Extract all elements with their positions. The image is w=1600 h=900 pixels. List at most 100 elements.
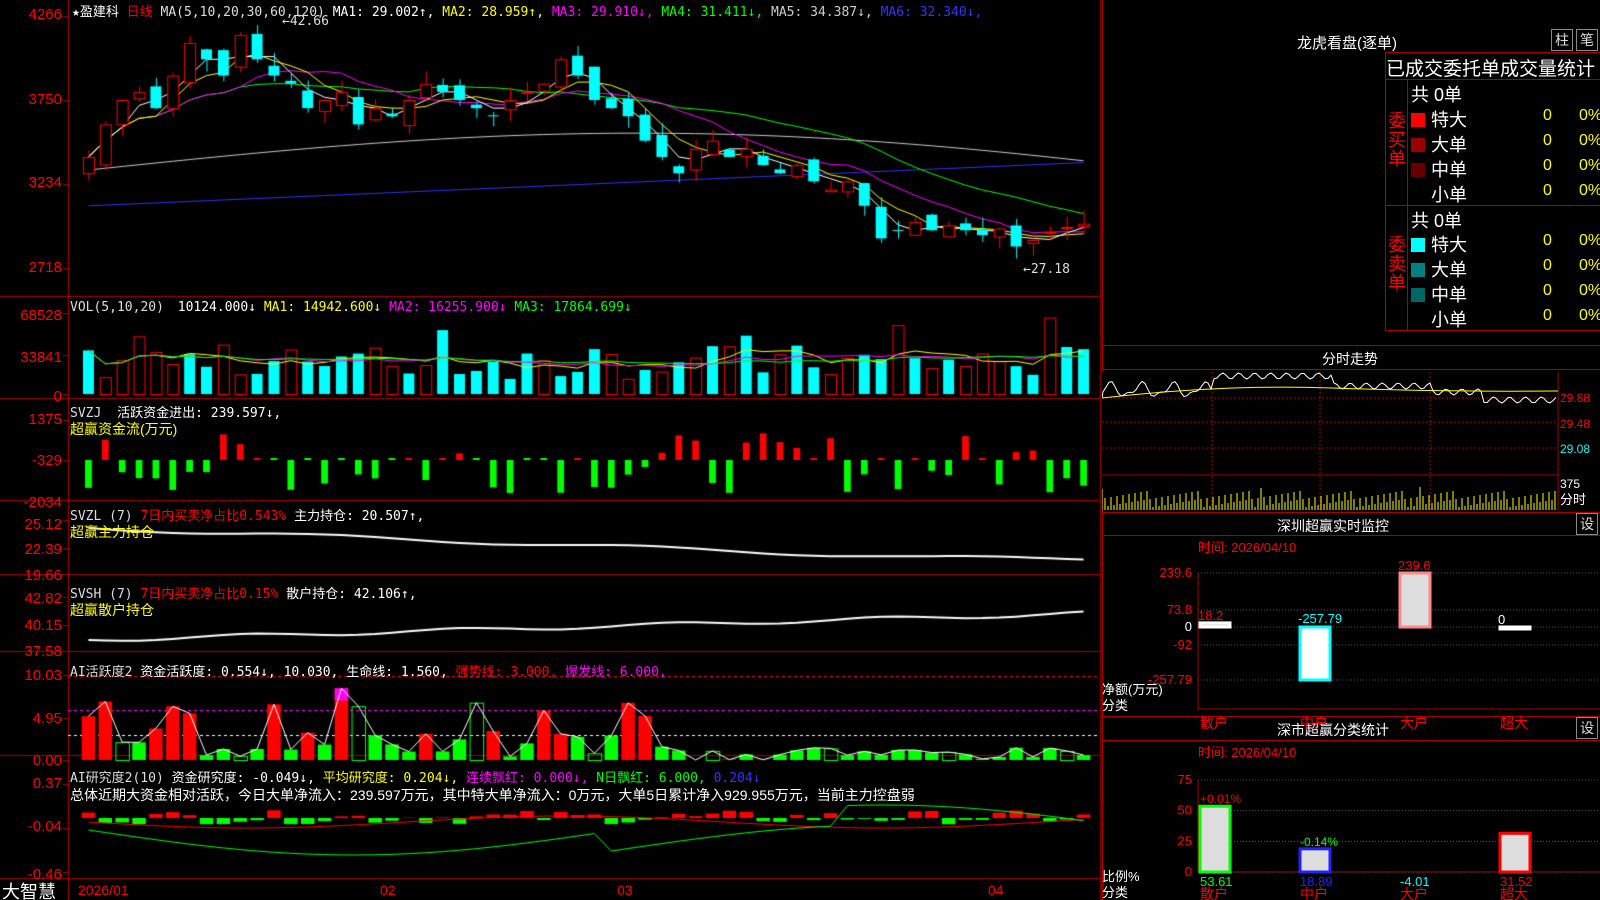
axis-tick-label: 42.82 — [24, 590, 62, 607]
color-swatch — [1411, 113, 1425, 127]
monitor-xlabel: 分类 — [1102, 698, 1128, 713]
monitor-axis-label: 73.8 — [1167, 602, 1192, 617]
svsh-sub: 超赢散户持仓 — [70, 602, 154, 618]
color-swatch — [1411, 313, 1425, 327]
svzl-desc1: 7日内买卖净占比0.543% — [140, 509, 287, 524]
class-ratio-bar — [1298, 847, 1332, 874]
order-row: 中单 — [1411, 156, 1467, 182]
ai2-d2: 平均研究度: 0.204↓, — [322, 771, 459, 786]
low-price-label: ←27.18 — [1023, 262, 1070, 277]
order-count: 0 — [1543, 132, 1552, 149]
ai2-d1: 资金研究度: -0.049↓, — [171, 771, 315, 786]
axis-tick-label: 68528 — [20, 307, 62, 324]
order-percent: 0% — [1579, 257, 1600, 274]
svzl-desc2: 主力持仓: 20.507↑, — [294, 509, 425, 524]
axis-tick-label: -0.04 — [27, 818, 62, 835]
monitor-axis-label: -92 — [1173, 637, 1192, 652]
intraday-axis-label: 分时 — [1560, 492, 1586, 507]
order-percent: 0% — [1579, 182, 1600, 199]
kline-chart-canvas[interactable] — [0, 0, 1102, 900]
color-swatch — [1411, 138, 1425, 152]
axis-tick-label: 25.12 — [24, 516, 62, 533]
order-size-label: 大单 — [1431, 260, 1467, 280]
axis-tick-label: 37.58 — [24, 643, 62, 660]
svzl-sub: 超赢主力持仓 — [70, 524, 154, 540]
monitor-axis-label: 0 — [1185, 619, 1192, 634]
monitor-category-label: 中户 — [1300, 715, 1328, 731]
order-size-label: 大单 — [1431, 135, 1467, 155]
ai1-d3: 生命线: 1.560, — [346, 665, 448, 680]
net-amount-value: 0 — [1498, 612, 1505, 627]
ai1-header: AI活跃度2 资金活跃度: 0.554↓, 10.030, 生命线: 1.560… — [70, 661, 667, 680]
ma-value-4: MA4: 31.411↓, — [653, 5, 764, 20]
order-count: 0 — [1543, 107, 1552, 124]
class-category-label: 大户 — [1400, 886, 1428, 900]
stock-name[interactable]: ★盈建科 — [72, 5, 119, 20]
axis-tick-label: 33841 — [20, 349, 62, 366]
ai1-d2: 10.030, — [283, 665, 339, 680]
axis-tick-label: 3234 — [28, 174, 62, 191]
order-size-label: 小单 — [1431, 185, 1467, 205]
axis-tick-label: 0 — [53, 388, 62, 405]
ma-value-1: MA1: 29.002↑, — [332, 5, 435, 20]
order-count: 0 — [1543, 257, 1552, 274]
period-label[interactable]: 日线 — [127, 5, 153, 20]
net-amount-bar — [1198, 621, 1232, 629]
order-percent: 0% — [1579, 307, 1600, 324]
axis-tick-label: 0.00 — [32, 752, 62, 769]
order-percent: 0% — [1579, 157, 1600, 174]
order-row: 中单 — [1411, 281, 1467, 307]
class-change-label: +0.01% — [1200, 792, 1241, 806]
vol-ma3: MA3: 17864.699↓ — [514, 300, 632, 315]
monitor-axis-label: 239.6 — [1159, 565, 1192, 580]
order-row: 特大 — [1411, 231, 1467, 257]
class-category-label: 中户 — [1300, 886, 1328, 900]
ai2-d3: 连续飘红: 0.000↓, — [466, 771, 589, 786]
class-xlabel: 分类 — [1102, 885, 1128, 900]
intraday-plot[interactable] — [1102, 372, 1558, 510]
color-swatch — [1411, 163, 1425, 177]
intraday-axis-label: 375 — [1560, 477, 1580, 491]
ai1-label: AI活跃度2 — [70, 665, 133, 680]
net-amount-value: 18.2 — [1198, 608, 1223, 623]
axis-tick-label: 40.15 — [24, 617, 62, 634]
net-amount-bar — [1398, 571, 1432, 629]
svsh-desc2: 散户持仓: 42.106↑, — [286, 587, 417, 602]
class-ratio-bar — [1198, 804, 1232, 874]
ma-value-6: MA6: 32.340↓, — [872, 5, 983, 20]
vol-ma1: MA1: 14942.600↓ — [263, 300, 382, 315]
ai1-d5: 爆发线: 6.000, — [565, 665, 667, 680]
main-chart-header: ★盈建科 日线 MA(5,10,20,30,60,120) MA1: 29.00… — [72, 1, 982, 20]
axis-tick-label: 4266 — [28, 6, 62, 23]
order-percent: 0% — [1579, 132, 1600, 149]
order-count: 0 — [1543, 282, 1552, 299]
order-size-label: 特大 — [1431, 110, 1467, 130]
ai2-summary: 总体近期大资金相对活跃，今日大单净流入：239.597万元，其中特大单净流入：0… — [70, 787, 915, 803]
class-axis-label: 50 — [1178, 803, 1192, 818]
high-price-label: ←42.66 — [282, 14, 329, 29]
class-axis-label: 25 — [1178, 833, 1192, 848]
ai1-d1: 资金活跃度: 0.554↓, — [140, 665, 276, 680]
axis-tick-label: 22.39 — [24, 541, 62, 558]
order-size-label: 小单 — [1431, 310, 1467, 330]
intraday-axis-label: 29.88 — [1560, 391, 1590, 405]
ai1-d4: 强势线: 3.000, — [455, 665, 558, 680]
axis-tick-label: 0.37 — [32, 775, 62, 792]
vol-value: 10124.000↓ — [177, 300, 257, 315]
order-row: 小单 — [1411, 306, 1467, 332]
class-axis-label: 0 — [1185, 864, 1192, 879]
date-label: 2026/01 — [78, 882, 129, 898]
order-percent: 0% — [1579, 282, 1600, 299]
order-row: 大单 — [1411, 256, 1467, 282]
class-ratio-bar — [1498, 831, 1532, 874]
net-amount-bar — [1298, 625, 1332, 682]
class-axis-label: 75 — [1178, 772, 1192, 787]
order-size-label: 中单 — [1431, 160, 1467, 180]
axis-tick-label: 1375 — [28, 411, 62, 428]
order-row: 特大 — [1411, 106, 1467, 132]
axis-tick-label: 3750 — [28, 91, 62, 108]
right-panel-svg: 29.88 29.48 29.08 375分时 239.6 73.8 0 -92 -257.79… — [1102, 372, 1600, 900]
monitor-category-label: 大户 — [1400, 715, 1428, 731]
class-category-label: 超大 — [1500, 886, 1528, 900]
vol-header: VOL(5,10,20) 10124.000↓ MA1: 14942.600↓ … — [70, 300, 632, 315]
